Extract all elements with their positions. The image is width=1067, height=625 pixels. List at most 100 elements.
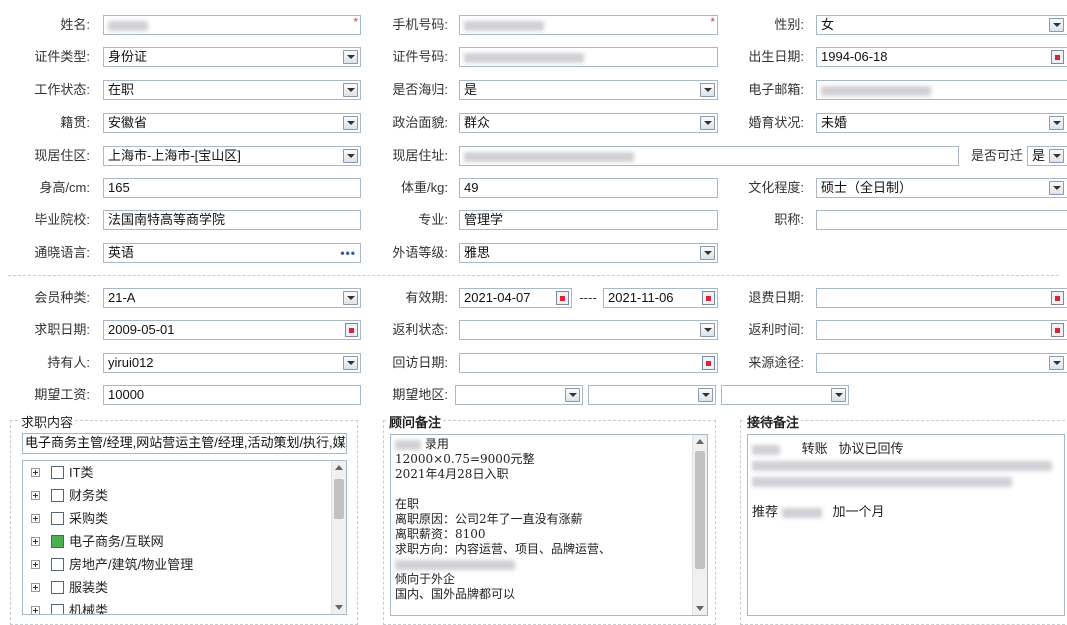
job-seek-date-input[interactable]: 2009-05-01: [103, 320, 361, 340]
source-select[interactable]: [816, 353, 1067, 373]
native-place-select[interactable]: 安徽省: [103, 113, 361, 133]
height-input[interactable]: 165: [103, 178, 361, 198]
residence-address-input[interactable]: [459, 146, 959, 166]
job-content-summary[interactable]: 电子商务主管/经理,网站营运主管/经理,活动策划/执行,媒/: [22, 433, 347, 454]
checkbox[interactable]: [51, 512, 64, 525]
calendar-icon[interactable]: [1051, 291, 1064, 305]
major-value: 管理学: [464, 212, 504, 227]
calendar-icon[interactable]: [345, 323, 358, 337]
calendar-icon[interactable]: [556, 291, 569, 305]
rebate-time-input[interactable]: [816, 320, 1067, 340]
residence-area-select[interactable]: 上海市-上海市-[宝山区]: [103, 146, 361, 166]
language-input[interactable]: 英语 •••: [103, 243, 361, 263]
checkbox[interactable]: [51, 466, 64, 479]
political-status-select[interactable]: 群众: [459, 113, 718, 133]
chevron-down-icon[interactable]: [343, 291, 358, 305]
tree-item-label: 财务类: [69, 488, 109, 503]
language-level-select[interactable]: 雅思: [459, 243, 718, 263]
expected-salary-input[interactable]: 10000: [103, 385, 361, 405]
weight-input[interactable]: 49: [459, 178, 718, 198]
expand-icon[interactable]: [31, 491, 40, 500]
returnee-select[interactable]: 是: [459, 80, 718, 100]
phone-input[interactable]: [459, 15, 718, 35]
note-line: 推荐 加一个月: [752, 504, 885, 519]
validity-start-input[interactable]: 2021-04-07: [459, 288, 572, 308]
chevron-down-icon[interactable]: [343, 50, 358, 64]
rebate-status-select[interactable]: [459, 320, 718, 340]
work-status-select[interactable]: 在职: [103, 80, 361, 100]
marital-status-select[interactable]: 未婚: [816, 113, 1067, 133]
major-input[interactable]: 管理学: [459, 210, 718, 230]
birth-date-label: 出生日期:: [748, 49, 804, 64]
gender-value: 女: [821, 17, 835, 32]
note-line: [395, 482, 687, 497]
note-line: 国内、国外品牌都可以: [395, 587, 516, 601]
notes-scrollbar[interactable]: [692, 435, 707, 615]
expand-icon[interactable]: [31, 606, 40, 614]
chevron-down-icon[interactable]: [1049, 116, 1064, 130]
validity-end-input[interactable]: 2021-11-06: [603, 288, 718, 308]
chevron-down-icon[interactable]: [343, 149, 358, 163]
chevron-down-icon[interactable]: [1049, 149, 1064, 163]
email-label: 电子邮箱:: [748, 82, 804, 97]
chevron-down-icon[interactable]: [700, 116, 715, 130]
refund-date-label: 退费日期:: [748, 290, 804, 305]
marital-status-label: 婚育状况:: [748, 115, 804, 130]
email-input[interactable]: [816, 80, 1067, 100]
job-content-summary-text: 电子商务主管/经理,网站营运主管/经理,活动策划/执行,媒/: [25, 435, 347, 450]
school-input[interactable]: 法国南特高等商学院: [103, 210, 361, 230]
calendar-icon[interactable]: [702, 356, 715, 370]
expand-icon[interactable]: [31, 537, 40, 546]
expand-icon[interactable]: [31, 583, 40, 592]
tree-scrollbar[interactable]: [331, 461, 346, 614]
chevron-down-icon[interactable]: [1049, 18, 1064, 32]
gender-select[interactable]: 女: [816, 15, 1067, 35]
chevron-down-icon[interactable]: [1049, 181, 1064, 195]
expected-region-district-select[interactable]: [721, 385, 849, 405]
checkbox[interactable]: [51, 489, 64, 502]
reception-notes-title: 接待备注: [745, 412, 802, 431]
member-type-select[interactable]: 21-A: [103, 288, 361, 308]
education-select[interactable]: 硕士（全日制）: [816, 178, 1067, 198]
checkbox[interactable]: [51, 558, 64, 571]
chevron-down-icon[interactable]: [700, 323, 715, 337]
chevron-down-icon[interactable]: [831, 388, 846, 402]
birth-date-input[interactable]: 1994-06-18: [816, 47, 1067, 67]
chevron-down-icon[interactable]: [1049, 356, 1064, 370]
relocatable-select[interactable]: 是: [1027, 146, 1067, 166]
chevron-down-icon[interactable]: [700, 246, 715, 260]
checkbox[interactable]: [51, 581, 64, 594]
id-type-select[interactable]: 身份证: [103, 47, 361, 67]
job-content-title: 求职内容: [19, 412, 76, 431]
validity-separator: ----: [579, 290, 597, 305]
expected-region-city-select[interactable]: [588, 385, 716, 405]
refund-date-input[interactable]: [816, 288, 1067, 308]
calendar-icon[interactable]: [702, 291, 715, 305]
job-seek-date-value: 2009-05-01: [108, 322, 175, 337]
reception-notes-textarea[interactable]: 转账 协议已回传 推荐 加一个月: [747, 434, 1065, 616]
holder-select[interactable]: yirui012: [103, 353, 361, 373]
chevron-down-icon[interactable]: [343, 83, 358, 97]
ellipsis-icon[interactable]: •••: [340, 244, 356, 262]
name-input[interactable]: [103, 15, 361, 35]
job-category-tree[interactable]: IT类 财务类 采购类 电子商务/互联网 房地产/建筑/物业管理 服装类 机械类: [22, 460, 347, 615]
consultant-notes-textarea[interactable]: 录用 12000×0.75=9000元整 2021年4月28日入职 在职 离职原…: [390, 434, 708, 616]
chevron-down-icon[interactable]: [700, 83, 715, 97]
expected-region-province-select[interactable]: [455, 385, 583, 405]
calendar-icon[interactable]: [1051, 50, 1064, 64]
phone-label: 手机号码:: [392, 17, 448, 32]
id-number-input[interactable]: [459, 47, 718, 67]
expand-icon[interactable]: [31, 514, 40, 523]
checkbox[interactable]: [51, 535, 64, 548]
expand-icon[interactable]: [31, 468, 40, 477]
chevron-down-icon[interactable]: [698, 388, 713, 402]
checkbox[interactable]: [51, 604, 64, 614]
chevron-down-icon[interactable]: [565, 388, 580, 402]
expand-icon[interactable]: [31, 560, 40, 569]
follow-up-date-input[interactable]: [459, 353, 718, 373]
title-input[interactable]: [816, 210, 1067, 230]
chevron-down-icon[interactable]: [343, 116, 358, 130]
calendar-icon[interactable]: [1051, 323, 1064, 337]
education-value: 硕士（全日制）: [821, 180, 913, 195]
chevron-down-icon[interactable]: [343, 356, 358, 370]
